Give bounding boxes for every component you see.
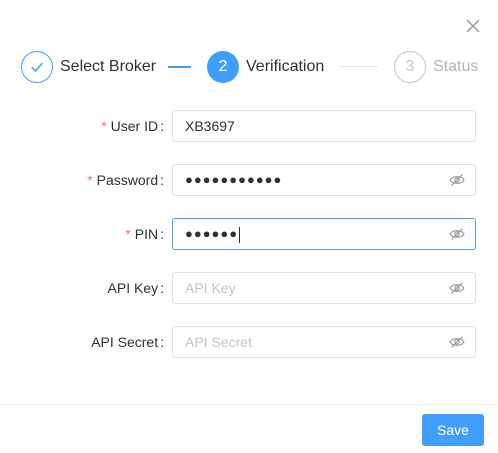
pin-value: ●●●●●●: [185, 226, 241, 243]
required-mark: *: [125, 226, 131, 242]
eye-off-icon[interactable]: [449, 335, 465, 349]
step-connector-1: [168, 66, 191, 68]
step-2-label: Verification: [246, 58, 325, 75]
step-connector-2: [340, 66, 378, 67]
api-key-label: API Key:: [107, 280, 164, 296]
step-3-number: 3: [405, 58, 415, 75]
step-1-circle: [21, 51, 53, 83]
required-mark: *: [87, 172, 93, 188]
password-value: ●●●●●●●●●●●: [185, 172, 283, 187]
step-2-circle: 2: [207, 51, 239, 83]
api-secret-input[interactable]: API Secret: [172, 326, 476, 358]
pin-label: * PIN:: [125, 226, 164, 242]
eye-off-icon[interactable]: [449, 227, 465, 241]
form-row-pin: * PIN: ●●●●●●: [0, 218, 498, 250]
eye-off-icon[interactable]: [449, 281, 465, 295]
steps-bar: Select Broker 2 Verification 3 Status: [0, 0, 498, 100]
form-row-password: * Password: ●●●●●●●●●●●: [0, 164, 498, 196]
form-row-user-id: * User ID: XB3697: [0, 110, 498, 142]
user-id-label: * User ID:: [101, 118, 164, 134]
api-secret-placeholder: API Secret: [185, 334, 252, 350]
save-button[interactable]: Save: [422, 414, 484, 446]
user-id-value: XB3697: [185, 118, 235, 134]
step-1-label: Select Broker: [60, 58, 157, 75]
api-key-input[interactable]: API Key: [172, 272, 476, 304]
step-2-number: 2: [218, 58, 228, 75]
api-key-placeholder: API Key: [185, 280, 236, 296]
check-icon: [31, 62, 43, 72]
password-label: * Password:: [87, 172, 164, 188]
password-input[interactable]: ●●●●●●●●●●●: [172, 164, 476, 196]
step-3-label: Status: [433, 58, 479, 75]
text-caret: [239, 226, 241, 243]
footer-divider: [0, 404, 498, 405]
required-mark: *: [101, 118, 107, 134]
user-id-input[interactable]: XB3697: [172, 110, 476, 142]
pin-input[interactable]: ●●●●●●: [172, 218, 476, 250]
eye-off-icon[interactable]: [449, 173, 465, 187]
step-3-circle: 3: [394, 51, 426, 83]
form-row-api-secret: API Secret: API Secret: [0, 326, 498, 358]
api-secret-label: API Secret:: [91, 334, 164, 350]
form-row-api-key: API Key: API Key: [0, 272, 498, 304]
